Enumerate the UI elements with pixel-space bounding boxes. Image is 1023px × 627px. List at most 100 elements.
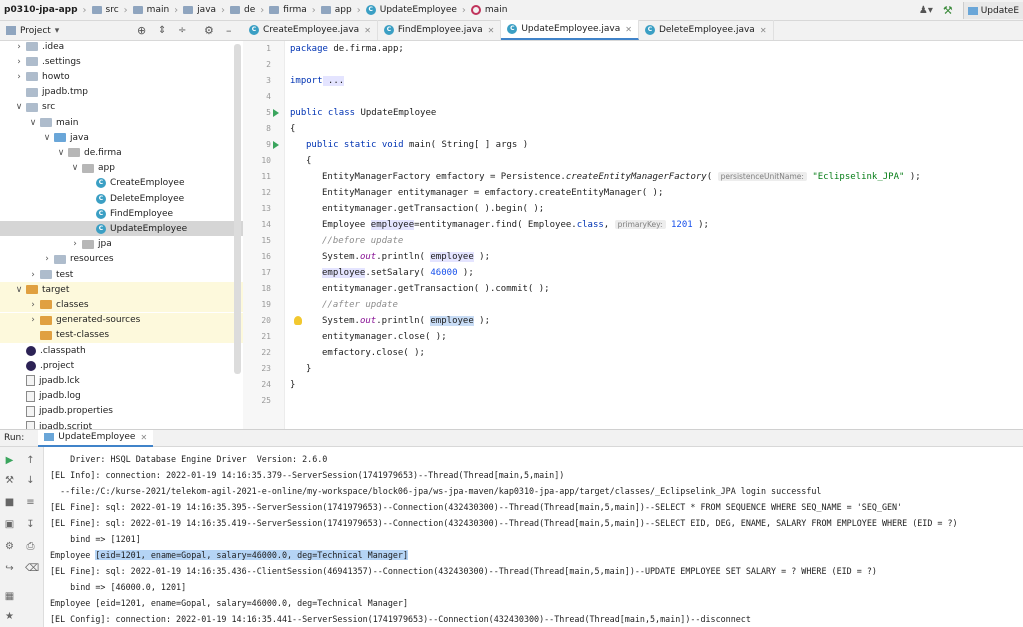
breadcrumb-item[interactable]: de: [226, 5, 259, 15]
code-text: ,: [603, 220, 615, 230]
build-hammer-icon[interactable]: ⚒: [943, 4, 953, 17]
tree-item[interactable]: › test: [0, 267, 243, 282]
tree-item[interactable]: ∨ java: [0, 130, 243, 145]
run-gutter-icon[interactable]: [273, 109, 279, 117]
scroll-up-icon[interactable]: ↑: [25, 455, 36, 466]
tree-item[interactable]: › classes: [0, 297, 243, 313]
tree-item[interactable]: jpadb.log: [0, 389, 243, 404]
tab-deleteemployee[interactable]: C DeleteEmployee.java ✕: [639, 20, 774, 40]
settings-gear-icon[interactable]: ⚙: [204, 24, 214, 37]
chevron-down-icon[interactable]: ∨: [14, 102, 24, 112]
scroll-to-end-icon[interactable]: ↧: [25, 519, 36, 530]
tree-item[interactable]: jpadb.script: [0, 419, 243, 429]
chevron-down-icon[interactable]: ∨: [70, 163, 80, 173]
locate-icon[interactable]: ⊕: [137, 24, 146, 37]
chevron-right-icon[interactable]: ›: [14, 57, 24, 67]
tree-item[interactable]: › .settings: [0, 54, 243, 69]
import-fold[interactable]: ...: [322, 76, 345, 86]
lightbulb-icon[interactable]: [294, 316, 302, 325]
scroll-down-icon[interactable]: ↓: [25, 475, 36, 486]
tree-item[interactable]: C FindEmployee: [0, 206, 243, 221]
tree-item[interactable]: ∨ app: [0, 161, 243, 176]
tree-item[interactable]: .project: [0, 358, 243, 373]
chevron-right-icon[interactable]: ›: [70, 239, 80, 249]
chevron-right-icon[interactable]: ›: [42, 254, 52, 264]
tree-item[interactable]: › generated-sources: [0, 312, 243, 328]
tree-item[interactable]: .classpath: [0, 343, 243, 358]
chevron-down-icon[interactable]: ∨: [42, 133, 52, 143]
stop-icon[interactable]: ■: [4, 497, 15, 508]
tab-createemployee[interactable]: C CreateEmployee.java ✕: [243, 20, 378, 40]
tree-item[interactable]: C DeleteEmployee: [0, 191, 243, 206]
run-gutter-icon[interactable]: [273, 141, 279, 149]
soft-wrap-icon[interactable]: ≡: [25, 497, 36, 508]
chevron-right-icon[interactable]: ›: [14, 72, 24, 82]
tree-item[interactable]: ∨ target: [0, 282, 243, 298]
run-config-selector[interactable]: UpdateE: [962, 2, 1023, 19]
close-icon[interactable]: ✕: [140, 433, 147, 442]
chevron-right-icon[interactable]: ›: [28, 300, 38, 310]
tree-scrollbar[interactable]: [234, 44, 241, 374]
breadcrumb-label: firma: [283, 5, 307, 15]
console-text: Employee: [50, 550, 96, 560]
layout-icon[interactable]: ▦: [4, 591, 15, 602]
tree-item[interactable]: test-classes: [0, 327, 243, 343]
code-line-24: }: [306, 364, 312, 374]
collapse-all-icon[interactable]: ÷: [178, 25, 186, 36]
code-line-21: System.out.println( employee );: [322, 313, 490, 329]
breadcrumb-item[interactable]: main: [467, 5, 512, 15]
breadcrumb-item[interactable]: firma: [265, 5, 311, 15]
console-output[interactable]: Driver: HSQL Database Engine Driver Vers…: [44, 447, 1023, 627]
login-icon[interactable]: ↪: [4, 563, 15, 574]
chevron-down-icon[interactable]: ∨: [14, 285, 24, 295]
tab-findemployee[interactable]: C FindEmployee.java ✕: [378, 20, 502, 40]
trash-icon[interactable]: ⌫: [25, 563, 39, 574]
close-icon[interactable]: ✕: [625, 25, 632, 34]
selected-text[interactable]: [eid=1201, ename=Gopal, salary=46000.0, …: [95, 550, 409, 560]
breadcrumb-item[interactable]: C UpdateEmployee: [362, 5, 461, 15]
chevron-right-icon[interactable]: ›: [28, 270, 38, 280]
camera-icon[interactable]: ▣: [4, 519, 15, 530]
breadcrumb-item[interactable]: p0310-jpa-app: [0, 5, 82, 15]
breadcrumb-item[interactable]: src: [88, 5, 123, 15]
user-icon[interactable]: ♟▾: [919, 5, 933, 16]
chevron-down-icon[interactable]: ∨: [56, 148, 66, 158]
breadcrumb-item[interactable]: java: [179, 5, 220, 15]
tree-item[interactable]: C CreateEmployee: [0, 176, 243, 191]
close-icon[interactable]: ✕: [760, 26, 767, 35]
tree-item[interactable]: › howto: [0, 69, 243, 84]
code-line-9: {: [290, 121, 295, 137]
print-icon[interactable]: ⎙: [25, 541, 36, 552]
breadcrumb-item[interactable]: app: [317, 5, 356, 15]
close-icon[interactable]: ✕: [364, 26, 371, 35]
tree-item[interactable]: jpadb.tmp: [0, 85, 243, 100]
wrench-icon[interactable]: ⚒: [4, 475, 15, 486]
class-icon: C: [96, 178, 106, 189]
tree-item[interactable]: C UpdateEmployee: [0, 221, 243, 237]
pin-icon[interactable]: ★: [4, 611, 15, 622]
tree-item[interactable]: ∨ src: [0, 100, 243, 115]
settings-icon[interactable]: ⚙: [4, 541, 15, 552]
tree-item[interactable]: jpadb.lck: [0, 373, 243, 388]
project-dropdown-icon[interactable]: ▾: [55, 26, 60, 36]
tree-item[interactable]: › .idea: [0, 41, 243, 54]
breadcrumb-item[interactable]: main: [129, 5, 174, 15]
chevron-right-icon[interactable]: ›: [28, 315, 38, 325]
tree-item[interactable]: ∨ de.firma: [0, 145, 243, 160]
close-icon[interactable]: ✕: [488, 26, 495, 35]
file-icon: [26, 405, 35, 417]
run-tab[interactable]: UpdateEmployee ✕: [38, 429, 154, 447]
chevron-right-icon[interactable]: ›: [14, 42, 24, 52]
tree-item[interactable]: jpadb.properties: [0, 404, 243, 419]
tree-item[interactable]: › resources: [0, 252, 243, 267]
tree-item[interactable]: ∨ main: [0, 115, 243, 130]
expand-all-icon[interactable]: ⇕: [158, 25, 166, 36]
tab-updateemployee[interactable]: C UpdateEmployee.java ✕: [501, 20, 639, 40]
chevron-down-icon[interactable]: ∨: [28, 118, 38, 128]
code-editor[interactable]: package de.firma.app; import ... public …: [286, 41, 1023, 429]
rerun-icon[interactable]: ▶: [4, 455, 15, 466]
folder-icon: [26, 57, 38, 67]
project-panel-title[interactable]: Project: [20, 26, 51, 36]
hide-panel-icon[interactable]: –: [226, 24, 232, 37]
tree-item[interactable]: › jpa: [0, 237, 243, 252]
